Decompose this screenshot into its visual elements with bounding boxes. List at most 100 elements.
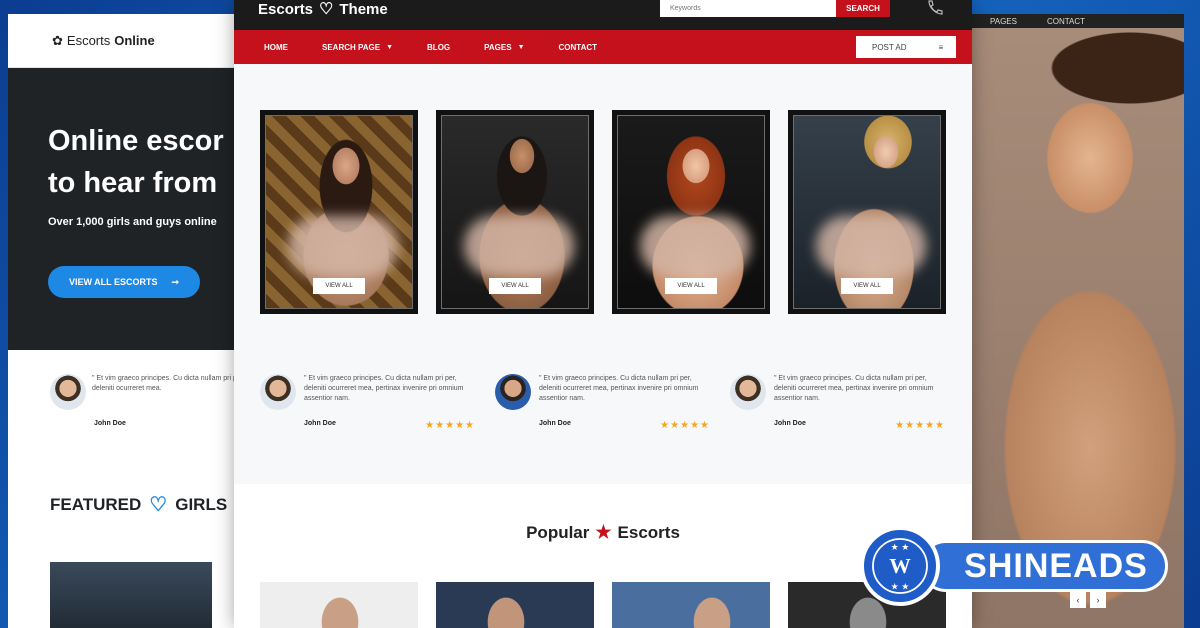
censor-blur xyxy=(464,216,574,276)
left-testimonials: " Et vim graeco principes. Cu dicta null… xyxy=(8,350,268,462)
search-bar: SEARCH xyxy=(660,0,890,17)
popular-word2: Escorts xyxy=(617,522,680,542)
testimonial-quote: " Et vim graeco principes. Cu dicta null… xyxy=(539,375,699,402)
star-icon: ★ xyxy=(595,522,612,542)
testimonial-footer: John Doe ★★★★★ xyxy=(730,420,945,431)
testimonial-card: " Et vim graeco principes. Cu dicta null… xyxy=(495,374,710,431)
logo-suffix: Online xyxy=(114,33,155,48)
left-site-logo[interactable]: ✿ Escorts Online xyxy=(52,33,155,49)
censor-blur xyxy=(288,216,398,276)
left-site-preview: ✿ Escorts Online Online escor to hear fro… xyxy=(8,14,268,628)
star-rating: ★★★★★ xyxy=(895,420,945,431)
hero-title-line2: to hear from xyxy=(48,167,218,199)
view-all-button[interactable]: VIEW ALL xyxy=(313,278,365,294)
featured-label-2: GIRLS xyxy=(175,494,228,514)
nav-blog[interactable]: BLOG xyxy=(427,43,450,52)
popular-thumbs xyxy=(260,582,946,628)
view-all-button[interactable]: VIEW ALL xyxy=(665,278,717,294)
shineads-badge: SHINEADS W ★ ★ ★ ★ xyxy=(860,526,1170,606)
avatar xyxy=(730,374,766,410)
top-bar: Escorts ♡ Theme SEARCH xyxy=(234,0,972,30)
testimonial-footer: John Doe ★★★★★ xyxy=(495,420,710,431)
avatar xyxy=(50,374,86,410)
avatar xyxy=(495,374,531,410)
brand-part1: Escorts xyxy=(258,0,314,18)
menu-icon: ≡ xyxy=(938,42,944,52)
left-hero: Online escor to hear from Over 1,000 gir… xyxy=(8,68,268,350)
testimonial-author: John Doe xyxy=(774,420,806,427)
logo-icon: ✿ xyxy=(52,32,63,48)
view-all-button[interactable]: VIEW ALL xyxy=(489,278,541,294)
testimonials: " Et vim graeco principes. Cu dicta null… xyxy=(260,374,945,431)
right-site-nav: PAGES CONTACT xyxy=(970,14,1184,28)
card-frame: VIEW ALL xyxy=(265,115,413,309)
escort-card[interactable]: VIEW ALL xyxy=(788,110,946,314)
nav-pages-label: PAGES xyxy=(484,42,512,52)
logo-prefix: Escorts xyxy=(66,33,111,48)
search-input[interactable] xyxy=(660,0,836,17)
cta-label: VIEW ALL ESCORTS xyxy=(68,277,158,287)
brand-part2: Theme xyxy=(339,0,388,18)
view-all-escorts-button[interactable]: VIEW ALL ESCORTS ➞ xyxy=(48,266,200,298)
search-button[interactable]: SEARCH xyxy=(836,0,890,17)
testimonial-body: " Et vim graeco principes. Cu dicta null… xyxy=(260,374,475,410)
shineads-text: SHINEADS xyxy=(964,546,1148,585)
popular-thumb[interactable] xyxy=(612,582,770,628)
phone-icon[interactable] xyxy=(924,0,944,18)
nav-search-page[interactable]: SEARCH PAGE ▼ xyxy=(322,43,393,52)
escort-card[interactable]: VIEW ALL xyxy=(260,110,418,314)
heart-icon: ♡ xyxy=(149,494,168,516)
testimonial-quote: " Et vim graeco principes. Cu dicta null… xyxy=(774,375,934,402)
nav-contact[interactable]: CONTACT xyxy=(559,43,598,52)
testimonial-footer: John Doe ★★★★★ xyxy=(260,420,475,431)
popular-word1: Popular xyxy=(526,522,590,542)
nav-contact-label: CONTACT xyxy=(558,42,598,52)
svg-text:W: W xyxy=(889,554,911,578)
heart-icon: ♡ xyxy=(319,1,334,18)
brand-logo[interactable]: Escorts ♡ Theme xyxy=(258,0,388,19)
featured-thumbs xyxy=(50,562,212,628)
nav-search-page-label: SEARCH PAGE xyxy=(322,42,381,52)
escort-card[interactable]: VIEW ALL xyxy=(436,110,594,314)
shineads-logo-icon: W ★ ★ ★ ★ xyxy=(860,526,940,606)
card-frame: VIEW ALL xyxy=(793,115,941,309)
view-all-button[interactable]: VIEW ALL xyxy=(841,278,893,294)
escort-cards: VIEW ALL VIEW ALL VIEW ALL VIEW ALL xyxy=(260,110,946,314)
featured-label: FEATURED xyxy=(50,494,142,514)
nav-pages[interactable]: PAGES xyxy=(990,17,1017,26)
nav-blog-label: BLOG xyxy=(427,42,451,52)
left-site-header: ✿ Escorts Online xyxy=(8,14,268,68)
featured-heading: FEATURED ♡ GIRLS xyxy=(8,492,268,517)
escort-card[interactable]: VIEW ALL xyxy=(612,110,770,314)
popular-thumb[interactable] xyxy=(436,582,594,628)
censor-blur xyxy=(640,216,750,276)
main-nav: HOME SEARCH PAGE ▼ BLOG PAGES ▼ CONTACT PO… xyxy=(234,30,972,64)
testimonial-body: " Et vim graeco principes. Cu dicta null… xyxy=(730,374,945,410)
avatar xyxy=(260,374,296,410)
testimonial-quote: " Et vim graeco principes. Cu dicta null… xyxy=(304,375,464,402)
star-rating: ★★★★★ xyxy=(425,420,475,431)
card-frame: VIEW ALL xyxy=(617,115,765,309)
chevron-down-icon: ▼ xyxy=(386,43,394,51)
nav-home-label: HOME xyxy=(264,42,288,52)
nav-pages[interactable]: PAGES ▼ xyxy=(484,43,524,52)
shineads-pill: SHINEADS xyxy=(920,540,1168,592)
testimonial-body: " Et vim graeco principes. Cu dicta null… xyxy=(495,374,710,410)
nav-contact[interactable]: CONTACT xyxy=(1047,17,1085,26)
popular-thumb[interactable] xyxy=(260,582,418,628)
featured-thumb[interactable] xyxy=(50,562,212,628)
nav-home[interactable]: HOME xyxy=(264,43,288,52)
testimonial-author: John Doe xyxy=(539,420,571,427)
censor-blur xyxy=(816,216,926,276)
testimonial-card: " Et vim graeco principes. Cu dicta null… xyxy=(260,374,475,431)
testimonial-card: " Et vim graeco principes. Cu dicta null… xyxy=(730,374,945,431)
post-ad-label: POST AD xyxy=(872,42,907,52)
hero-title-line1: Online escor xyxy=(48,125,224,157)
star-rating: ★★★★★ xyxy=(660,420,710,431)
testimonial-author: John Doe xyxy=(94,420,126,427)
post-ad-button[interactable]: POST AD ≡ xyxy=(856,36,956,58)
svg-text:★ ★: ★ ★ xyxy=(891,581,910,591)
card-frame: VIEW ALL xyxy=(441,115,589,309)
testimonial-author: John Doe xyxy=(304,420,336,427)
svg-text:★ ★: ★ ★ xyxy=(891,542,910,552)
